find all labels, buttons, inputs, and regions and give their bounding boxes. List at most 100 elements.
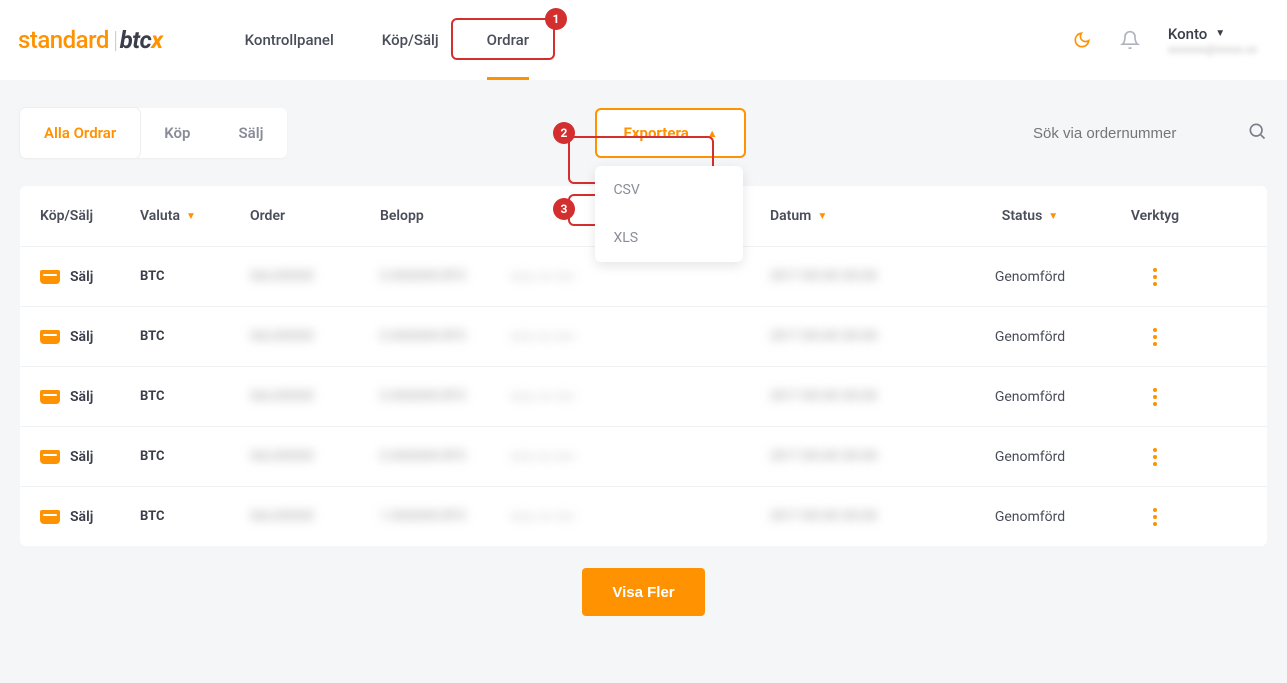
cell-tools [1110, 388, 1200, 406]
logo-text-x: x [151, 26, 162, 54]
cell-type: Sälj [40, 509, 140, 525]
cell-extra: xxxx xx xxx [510, 269, 630, 284]
annotation-badge-3: 3 [553, 198, 575, 220]
col-order: Order [250, 208, 380, 224]
col-status[interactable]: Status▼ [950, 208, 1110, 224]
cell-extra: xxxx xx xxx [510, 329, 630, 344]
row-actions-icon[interactable] [1146, 508, 1164, 526]
col-amount: Belopp [380, 208, 630, 224]
search-icon[interactable] [1247, 121, 1267, 145]
sell-icon [40, 510, 60, 524]
col-type: Köp/Sälj [40, 208, 140, 224]
logo-text-btc: btc [120, 26, 152, 54]
cell-type: Sälj [40, 389, 140, 405]
nav-kontrollpanel[interactable]: Kontrollpanel [221, 0, 358, 80]
table-row: SäljBTCSALXXXXX0.XXXXXX BTCxxxx xx xxx 20… [20, 426, 1267, 486]
table-row: SäljBTCSALXXXXX0.XXXXXX BTCxxxx xx xxx 20… [20, 366, 1267, 426]
main-nav: Kontrollpanel Köp/Sälj Ordrar [221, 0, 553, 80]
search-wrap [1033, 121, 1267, 145]
tab-kop[interactable]: Köp [140, 108, 214, 158]
cell-type: Sälj [40, 329, 140, 345]
export-label: Exportera [623, 124, 688, 142]
page-body: Alla Ordrar Köp Sälj Exportera ▲ CSV XLS… [0, 80, 1287, 644]
annotation-badge-2: 2 [553, 122, 575, 144]
cell-order: SALXXXXX [250, 509, 380, 524]
export-menu: CSV XLS [595, 166, 743, 262]
logo-text-standard: standard [18, 26, 109, 54]
account-email: xxxxxxx@xxxxx.xx [1168, 43, 1257, 56]
cell-date: 2017-XX-XX XX:XX [770, 449, 950, 464]
cell-currency: BTC [140, 449, 250, 464]
chevron-down-icon: ▼ [1215, 28, 1225, 39]
cell-amount: 0.XXXXXX BTC [380, 269, 510, 284]
annotation-badge-1: 1 [545, 8, 567, 30]
orders-toolbar: Alla Ordrar Köp Sälj Exportera ▲ CSV XLS [20, 108, 1267, 158]
nav-ordrar[interactable]: Ordrar [463, 0, 553, 80]
col-tools: Verktyg [1110, 208, 1200, 224]
cell-type: Sälj [40, 269, 140, 285]
sell-icon [40, 450, 60, 464]
cell-extra: xxxx xx xxx [510, 449, 630, 464]
col-date[interactable]: Datum▼ [770, 208, 950, 224]
tab-alla-ordrar[interactable]: Alla Ordrar [20, 108, 140, 158]
cell-tools [1110, 328, 1200, 346]
top-header: standard | btcx Kontrollpanel Köp/Sälj O… [0, 0, 1287, 80]
row-actions-icon[interactable] [1146, 268, 1164, 286]
cell-tools [1110, 508, 1200, 526]
col-currency[interactable]: Valuta▼ [140, 208, 250, 224]
cell-amount: 1.XXXXXX BTC [380, 509, 510, 524]
order-filter-tabs: Alla Ordrar Köp Sälj [20, 108, 287, 158]
cell-tools [1110, 268, 1200, 286]
export-option-xls[interactable]: XLS [595, 214, 743, 262]
cell-currency: BTC [140, 509, 250, 524]
cell-amount: 0.XXXXXX BTC [380, 449, 510, 464]
cell-extra: xxxx xx xxx [510, 509, 630, 524]
export-dropdown: Exportera ▲ CSV XLS [595, 108, 745, 158]
sell-icon [40, 330, 60, 344]
chevron-down-icon: ▼ [817, 211, 827, 222]
search-input[interactable] [1033, 125, 1233, 142]
account-menu[interactable]: Konto ▼ xxxxxxx@xxxxx.xx [1168, 25, 1257, 56]
header-actions: Konto ▼ xxxxxxx@xxxxx.xx [1072, 25, 1257, 56]
sell-icon [40, 270, 60, 284]
cell-currency: BTC [140, 269, 250, 284]
cell-currency: BTC [140, 389, 250, 404]
cell-type: Sälj [40, 449, 140, 465]
cell-date: 2017-XX-XX XX:XX [770, 389, 950, 404]
cell-date: 2017-XX-XX XX:XX [770, 269, 950, 284]
export-option-csv[interactable]: CSV [595, 166, 743, 214]
row-actions-icon[interactable] [1146, 448, 1164, 466]
table-row: SäljBTCSALXXXXX0.XXXXXX BTCxxxx xx xxx 20… [20, 306, 1267, 366]
cell-currency: BTC [140, 329, 250, 344]
chevron-up-icon: ▲ [707, 127, 718, 140]
export-button[interactable]: Exportera ▲ [595, 108, 745, 158]
cell-status: Genomförd [950, 269, 1110, 285]
account-label: Konto [1168, 25, 1207, 43]
chevron-down-icon: ▼ [186, 211, 196, 222]
cell-order: SALXXXXX [250, 329, 380, 344]
chevron-down-icon: ▼ [1048, 211, 1058, 222]
cell-order: SALXXXXX [250, 269, 380, 284]
cell-order: SALXXXXX [250, 449, 380, 464]
cell-extra: xxxx xx xxx [510, 389, 630, 404]
nav-kop-salj[interactable]: Köp/Sälj [358, 0, 463, 80]
cell-status: Genomförd [950, 329, 1110, 345]
cell-amount: 0.XXXXXX BTC [380, 389, 510, 404]
sell-icon [40, 390, 60, 404]
cell-order: SALXXXXX [250, 389, 380, 404]
notifications-icon[interactable] [1120, 30, 1140, 50]
row-actions-icon[interactable] [1146, 388, 1164, 406]
cell-status: Genomförd [950, 449, 1110, 465]
brand-logo[interactable]: standard | btcx [18, 26, 163, 54]
cell-tools [1110, 448, 1200, 466]
cell-amount: 0.XXXXXX BTC [380, 329, 510, 344]
dark-mode-icon[interactable] [1072, 30, 1092, 50]
table-row: SäljBTCSALXXXXX1.XXXXXX BTCxxxx xx xxx 20… [20, 486, 1267, 546]
cell-date: 2017-XX-XX XX:XX [770, 509, 950, 524]
row-actions-icon[interactable] [1146, 328, 1164, 346]
logo-separator: | [113, 26, 118, 54]
cell-date: 2017-XX-XX XX:XX [770, 329, 950, 344]
show-more-button[interactable]: Visa Fler [582, 568, 704, 616]
tab-salj[interactable]: Sälj [214, 108, 287, 158]
cell-status: Genomförd [950, 509, 1110, 525]
